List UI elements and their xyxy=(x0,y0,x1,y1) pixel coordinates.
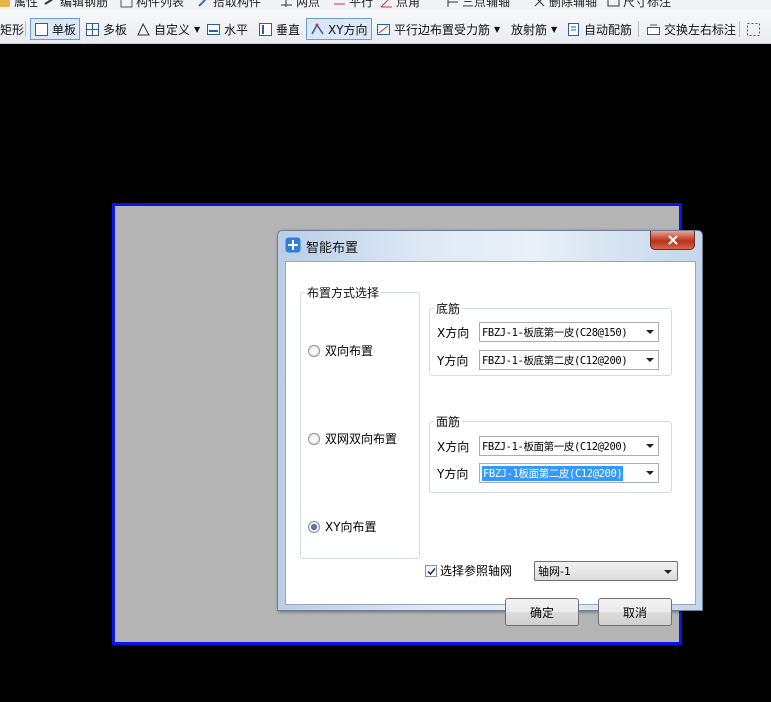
point-angle-button[interactable]: 点角 xyxy=(380,0,420,10)
ref-axis-select[interactable]: 轴网-1 xyxy=(534,561,678,581)
select-region-icon xyxy=(747,22,760,36)
chevron-down-icon xyxy=(646,330,654,334)
dimension-button[interactable]: 尺寸标注 xyxy=(607,0,671,10)
bottom-y-select[interactable]: FBZJ-1-板底第二皮(C12@200) xyxy=(479,350,659,370)
dialog-title: 智能布置 xyxy=(306,241,359,256)
y-direction-label: Y方向 xyxy=(437,466,469,481)
slab-rebar-toolbar: 矩形 单板 多板 自定义 ▼ 水平 垂直 XY方向 平行边布置受力筋 ▼ 放射筋… xyxy=(0,10,771,44)
point-angle-icon xyxy=(380,0,392,8)
properties-icon xyxy=(0,0,10,7)
top-rebar-group: 面筋 X方向 FBZJ-1-板面第一皮(C12@200) Y方向 FBZJ-1板… xyxy=(429,413,672,493)
option-double-net[interactable]: 双网双向布置 xyxy=(308,430,397,447)
dialog-body: 布置方式选择 双向布置 双网双向布置 XY向布置 底筋 X方向 FBZJ-1-板… xyxy=(285,261,696,626)
radio-double-net[interactable] xyxy=(308,432,320,445)
top-toolbar: 属性 编辑钢筋 构件列表 拾取构件 两点 平行 点角 三点辅轴 删除辅轴 尺寸标… xyxy=(0,0,771,10)
edit-rebar-icon xyxy=(44,0,54,5)
parallel-icon xyxy=(334,3,345,5)
auto-rebar-button[interactable]: 自动配筋 xyxy=(563,18,635,40)
y-direction-label: Y方向 xyxy=(437,353,469,368)
checkmark-icon xyxy=(427,567,436,575)
single-slab-button[interactable]: 单板 xyxy=(30,18,81,40)
ref-axis-label: 选择参照轴网 xyxy=(440,564,513,578)
multi-slab-button[interactable]: 多板 xyxy=(82,18,130,40)
chevron-down-icon: ▼ xyxy=(494,24,501,34)
parallel-button[interactable]: 平行 xyxy=(333,0,373,10)
chevron-down-icon xyxy=(646,358,654,362)
horizontal-icon xyxy=(207,23,220,35)
top-x-select[interactable]: FBZJ-1-板面第一皮(C12@200) xyxy=(479,436,659,456)
vertical-icon xyxy=(259,22,272,36)
ref-axis-checkbox-row[interactable]: 选择参照轴网 xyxy=(425,562,512,579)
parallel-edge-icon xyxy=(377,23,390,35)
close-button[interactable] xyxy=(650,231,695,250)
bottom-y-row: Y方向 FBZJ-1-板底第二皮(C12@200) xyxy=(437,350,659,370)
swap-label-button[interactable]: 交换左右标注 xyxy=(643,18,739,40)
pick-icon xyxy=(198,0,207,7)
more-tools-button[interactable] xyxy=(743,18,764,40)
single-slab-icon xyxy=(35,22,48,36)
option-xy[interactable]: XY向布置 xyxy=(308,518,377,535)
two-point-button[interactable]: 两点 xyxy=(280,0,320,10)
app-icon xyxy=(285,237,301,253)
toolbar-separator xyxy=(739,21,740,37)
chevron-down-icon xyxy=(646,471,654,475)
toolbar-separator xyxy=(25,21,26,37)
layout-method-group: 布置方式选择 双向布置 双网双向布置 XY向布置 xyxy=(300,284,420,559)
delete-axis-icon xyxy=(534,0,545,7)
radio-two-way[interactable] xyxy=(308,344,320,357)
dimension-icon xyxy=(607,0,620,7)
two-point-icon xyxy=(281,0,292,7)
x-direction-label: X方向 xyxy=(437,325,470,340)
chevron-down-icon: ▼ xyxy=(194,24,201,34)
toolbar-separator xyxy=(638,21,639,37)
bottom-rebar-group: 底筋 X方向 FBZJ-1-板底第一皮(C28@150) Y方向 FBZJ-1-… xyxy=(429,300,672,376)
ok-button[interactable]: 确定 xyxy=(505,598,579,626)
option-two-way[interactable]: 双向布置 xyxy=(308,342,373,359)
top-y-select[interactable]: FBZJ-1板面第二皮(C12@200) xyxy=(479,463,659,483)
top-x-row: X方向 FBZJ-1-板面第一皮(C12@200) xyxy=(437,436,659,456)
x-direction-label: X方向 xyxy=(437,439,470,454)
three-point-icon xyxy=(447,0,458,7)
bottom-rebar-label: 底筋 xyxy=(436,302,461,316)
multi-slab-icon xyxy=(86,22,99,36)
chevron-down-icon xyxy=(664,570,672,574)
swap-label-icon xyxy=(647,24,660,35)
top-rebar-label: 面筋 xyxy=(436,415,461,429)
rectangle-tool[interactable]: 矩形 xyxy=(0,18,27,40)
dialog-titlebar[interactable]: 智能布置 xyxy=(278,231,702,259)
auto-rebar-icon xyxy=(568,22,579,36)
bottom-x-select[interactable]: FBZJ-1-板底第一皮(C28@150) xyxy=(479,322,659,342)
vertical-button[interactable]: 垂直 xyxy=(255,18,303,40)
parallel-edge-button[interactable]: 平行边布置受力筋 ▼ xyxy=(373,18,503,40)
component-list-button[interactable]: 构件列表 xyxy=(120,0,184,10)
delete-axis-button[interactable]: 删除辅轴 xyxy=(533,0,597,10)
pick-component-button[interactable]: 拾取构件 xyxy=(197,0,261,10)
horizontal-button[interactable]: 水平 xyxy=(203,18,251,40)
close-icon xyxy=(667,235,678,245)
properties-button[interactable]: 属性 xyxy=(0,0,38,10)
radio-xy[interactable] xyxy=(308,520,320,533)
list-icon xyxy=(120,0,133,8)
radial-rebar-button[interactable]: 放射筋 ▼ xyxy=(508,18,560,40)
chevron-down-icon xyxy=(646,444,654,448)
cancel-button[interactable]: 取消 xyxy=(598,598,672,626)
smart-layout-dialog: 智能布置 布置方式选择 双向布置 双网双向布置 XY向布置 底筋 X方向 FBZ… xyxy=(277,230,703,626)
xy-direction-button[interactable]: XY方向 xyxy=(306,18,372,40)
bottom-x-row: X方向 FBZJ-1-板底第一皮(C28@150) xyxy=(437,322,659,342)
edit-rebar-button[interactable]: 编辑钢筋 xyxy=(44,0,108,10)
custom-shape-icon xyxy=(137,22,150,35)
layout-method-label: 布置方式选择 xyxy=(307,286,380,300)
chevron-down-icon: ▼ xyxy=(551,24,558,34)
three-point-axis-button[interactable]: 三点辅轴 xyxy=(446,0,510,10)
ref-axis-checkbox[interactable] xyxy=(425,564,437,577)
top-y-row: Y方向 FBZJ-1板面第二皮(C12@200) xyxy=(437,463,659,483)
custom-dropdown-button[interactable]: 自定义 ▼ xyxy=(133,18,203,40)
xy-direction-icon xyxy=(311,23,324,34)
